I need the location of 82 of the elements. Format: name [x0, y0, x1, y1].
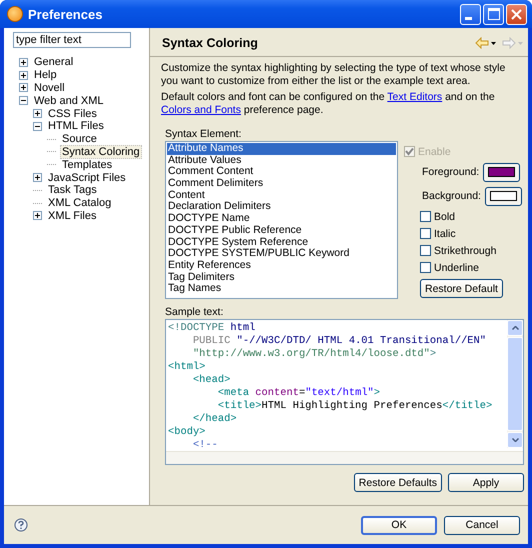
expand-icon[interactable] — [19, 58, 28, 67]
app-icon — [7, 6, 23, 22]
tree-item[interactable]: Help — [32, 69, 59, 82]
list-item[interactable]: DOCTYPE SYSTEM/PUBLIC Keyword — [167, 248, 396, 260]
color-button[interactable] — [483, 162, 520, 182]
list-item[interactable]: Tag Names — [167, 283, 396, 295]
code-line: <head> — [192, 374, 232, 387]
tree-item[interactable]: CSS Files — [46, 108, 99, 120]
restore-default-button[interactable]: Restore Default — [420, 279, 503, 298]
link[interactable]: Text Editors — [387, 91, 442, 103]
checkmark-icon — [405, 147, 414, 156]
link[interactable]: Colors and Fonts — [161, 104, 241, 116]
checkbox[interactable]: Bold — [420, 208, 456, 225]
caret-down-icon — [512, 438, 518, 442]
list-item[interactable]: Tag Delimiters — [167, 272, 396, 284]
tree-item[interactable]: Syntax Coloring — [60, 144, 142, 159]
checkbox[interactable]: Strikethrough — [420, 242, 496, 259]
vertical-scrollbar[interactable] — [507, 320, 523, 448]
scroll-down-button[interactable] — [507, 432, 523, 448]
close-button[interactable] — [506, 4, 527, 24]
list-item[interactable]: DOCTYPE Name — [167, 213, 396, 225]
minimize-button[interactable] — [460, 4, 481, 24]
collapse-icon[interactable] — [33, 122, 42, 131]
list-item[interactable]: Comment Content — [167, 166, 396, 178]
color-label: Background: — [422, 190, 481, 202]
window-title: Preferences — [28, 6, 104, 22]
code-line: <body> — [168, 426, 206, 439]
tree-item[interactable]: HTML Files — [46, 120, 106, 132]
syntax-element-list[interactable] — [165, 141, 398, 299]
list-item[interactable]: Attribute Names — [167, 143, 396, 155]
tree-item[interactable]: Task Tags — [46, 184, 99, 196]
checkbox[interactable]: Underline — [420, 259, 479, 276]
restore-defaults-button[interactable]: Restore Defaults — [354, 473, 442, 492]
list-item[interactable]: DOCTYPE System Reference — [167, 236, 396, 248]
description-text: Customize the syntax highlighting by selecting the type of text whose style you want to customize from either the list or the example text area. — [161, 62, 506, 87]
horizontal-scrollbar[interactable] — [166, 451, 523, 464]
section-label: Syntax Element: — [165, 127, 242, 141]
expand-icon[interactable] — [19, 83, 28, 92]
code-line: <title>HTML Highlighting Preferences</title> — [216, 400, 494, 413]
tree-item[interactable]: JavaScript Files — [46, 172, 128, 184]
expand-icon[interactable] — [33, 211, 42, 220]
expand-icon[interactable] — [33, 109, 42, 118]
list-item[interactable]: Entity References — [167, 260, 396, 272]
caret-up-icon — [512, 326, 518, 330]
tree-item[interactable]: General — [32, 56, 76, 68]
section-label: Sample text: — [165, 305, 224, 319]
page-title: Syntax Coloring — [162, 36, 259, 50]
apply-button[interactable]: Apply — [448, 473, 524, 492]
scroll-thumb[interactable] — [507, 337, 523, 431]
code-line: <meta content="text/html"> — [216, 387, 382, 400]
expand-icon[interactable] — [19, 70, 28, 80]
sample-text-area[interactable] — [165, 319, 524, 465]
code-line: </head> — [192, 413, 238, 426]
list-item[interactable]: Comment Delimiters — [167, 178, 396, 190]
back-button[interactable] — [475, 37, 497, 49]
cancel-button[interactable]: Cancel — [444, 516, 520, 534]
ok-button[interactable]: OK — [361, 516, 437, 534]
list-item[interactable]: Content — [167, 190, 396, 202]
tree-item[interactable]: Web and XML — [32, 94, 106, 107]
maximize-button[interactable] — [483, 4, 504, 24]
checkbox[interactable]: Italic — [420, 225, 456, 242]
tree-item[interactable]: XML Files — [46, 210, 98, 222]
code-line: <!DOCTYPE html — [168, 322, 256, 335]
code-line: <html> — [168, 361, 206, 374]
list-item[interactable]: Attribute Values — [167, 154, 396, 166]
tree-item[interactable]: Source — [60, 133, 99, 146]
color-label: Foreground: — [422, 166, 480, 178]
tree-item[interactable]: XML Catalog — [46, 197, 114, 210]
code-line: <!-- — [192, 439, 219, 452]
list-item[interactable]: DOCTYPE Public Reference — [167, 224, 396, 236]
tree-item[interactable]: Novell — [32, 82, 67, 94]
description-text: Default colors and font can be configured on the Text Editors and on the Colors and Fonts preference page. — [161, 91, 496, 116]
expand-icon[interactable] — [33, 173, 42, 182]
code-line: "http://www.w3.org/TR/html4/loose.dtd"> — [192, 348, 438, 361]
tree-item[interactable]: Templates — [60, 158, 114, 171]
collapse-icon[interactable] — [19, 96, 28, 106]
scroll-up-button[interactable] — [507, 320, 523, 336]
close-icon — [511, 8, 522, 20]
color-button[interactable] — [484, 186, 522, 206]
filter-field[interactable]: type filter text — [13, 32, 131, 48]
list-item[interactable]: Declaration Delimiters — [167, 201, 396, 214]
code-line: PUBLIC "-//W3C/DTD/ HTML 4.01 Transitional//EN" — [192, 335, 488, 348]
